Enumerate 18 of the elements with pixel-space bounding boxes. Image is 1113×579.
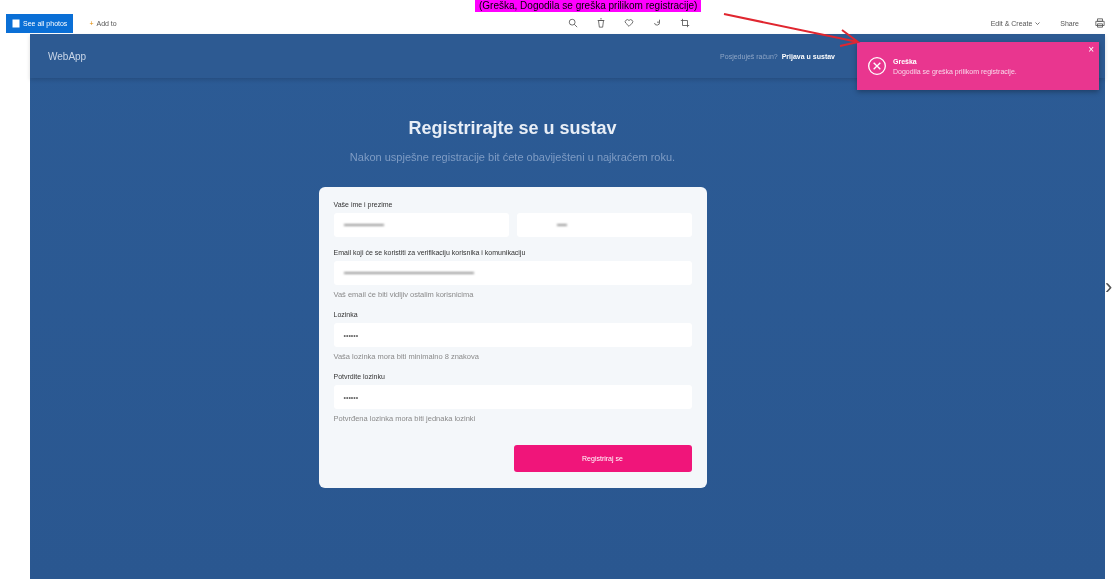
next-button[interactable]: ›: [1105, 273, 1113, 300]
crop-icon[interactable]: [679, 18, 690, 28]
rotate-icon[interactable]: [651, 18, 662, 28]
page-subtitle: Nakon uspješne registracije bit ćete obaviješteni u najkraćem roku.: [349, 151, 676, 163]
heart-icon[interactable]: [623, 18, 634, 28]
close-button[interactable]: ×: [1083, 44, 1099, 55]
error-icon: [867, 56, 887, 76]
page-title: Registrirajte se u sustav: [408, 118, 617, 139]
email-field[interactable]: [333, 261, 692, 285]
brand-name: WebApp: [48, 50, 87, 62]
last-name-field[interactable]: [516, 213, 692, 237]
highlighted-text: (Greška, Dogodila se greška prilikom registracije): [475, 0, 702, 12]
first-name-field[interactable]: [333, 213, 509, 237]
caret-icon: [1035, 21, 1041, 25]
print-icon[interactable]: [1095, 18, 1105, 28]
zoom-icon[interactable]: [567, 18, 578, 28]
trash-icon[interactable]: [595, 18, 606, 28]
photos-icon: [12, 18, 20, 28]
